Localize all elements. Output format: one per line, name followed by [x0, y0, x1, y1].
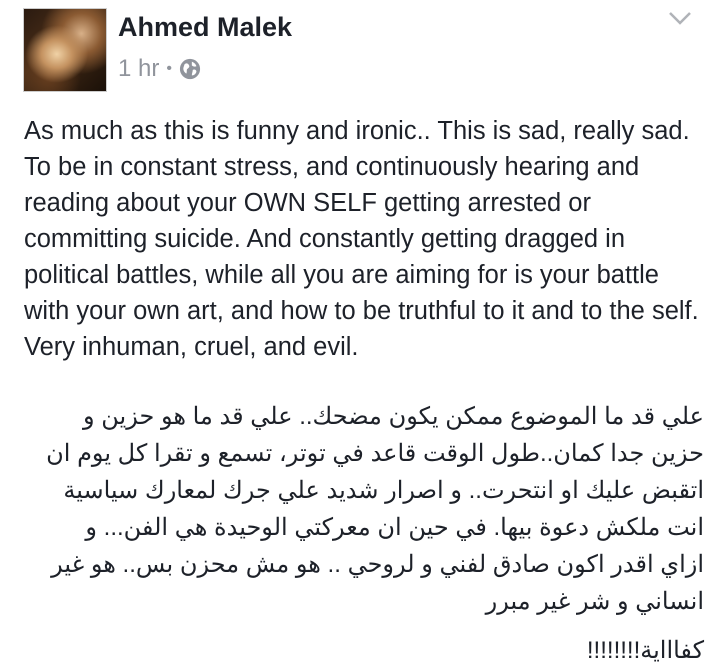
arabic-line: علي قد ما الموضوع ممكن يكون مضحك.. علي ق…: [83, 403, 704, 430]
chevron-down-icon[interactable]: [668, 10, 692, 26]
arabic-line: انساني و شر غير مبرر: [485, 588, 704, 615]
post-time[interactable]: 1 hr: [118, 55, 159, 83]
post-text-arabic: علي قد ما الموضوع ممكن يكون مضحك.. علي ق…: [14, 398, 704, 620]
author-name[interactable]: Ahmed Malek: [118, 12, 292, 43]
arabic-line: اتقبض عليك او انتحرت.. و اصرار شديد علي …: [63, 477, 704, 504]
globe-icon[interactable]: [179, 58, 201, 80]
avatar[interactable]: [23, 8, 107, 92]
post-text-english: As much as this is funny and ironic.. Th…: [24, 117, 699, 361]
meta-separator: •: [166, 60, 172, 77]
arabic-line: ازاي اقدر اكون صادق لفني و لروحي .. هو م…: [51, 551, 704, 578]
arabic-line: انت ملكش دعوة بيها. في حين ان معركتي الو…: [85, 514, 704, 541]
arabic-line: حزين جدا كمان..طول الوقت قاعد في توتر، ت…: [46, 440, 704, 467]
post-header: Ahmed Malek 1 hr •: [0, 0, 720, 100]
arabic-closing: كفاااية!!!!!!!!: [586, 637, 704, 664]
post-meta: 1 hr •: [118, 55, 201, 83]
